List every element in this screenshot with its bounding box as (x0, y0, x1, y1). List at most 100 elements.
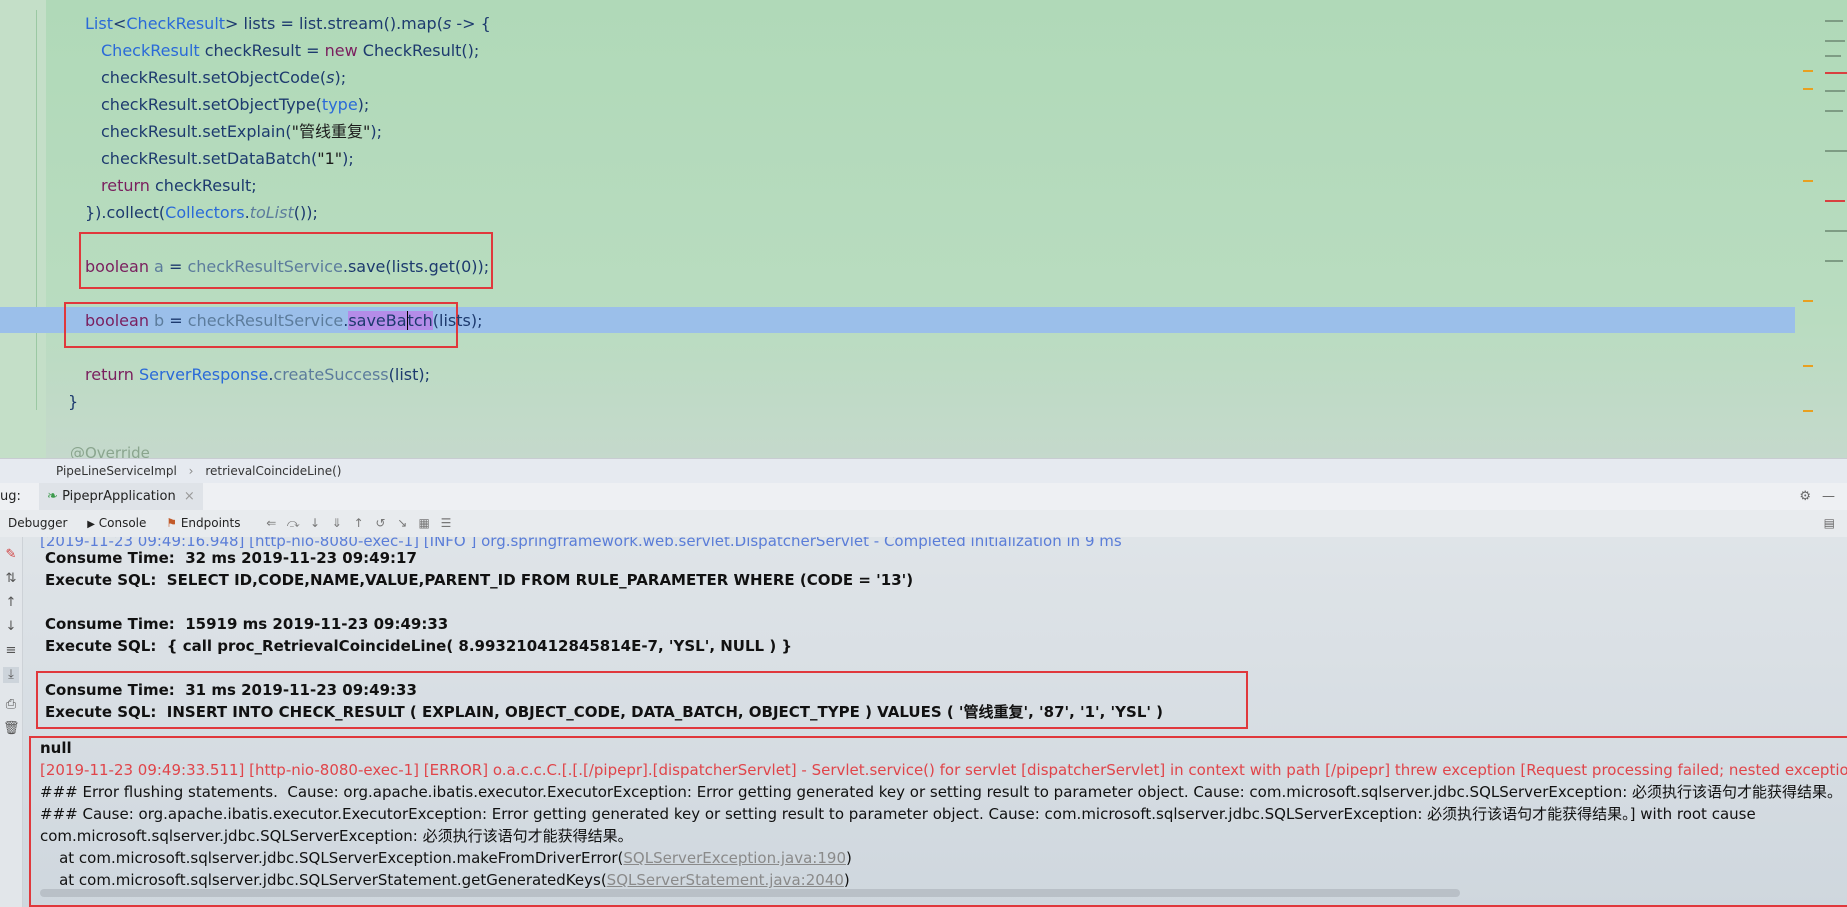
code-line-4[interactable]: checkResult.setObjectType(type); (101, 92, 369, 118)
breadcrumb-class[interactable]: PipeLineServiceImpl (56, 459, 177, 483)
code-line-1[interactable]: List<CheckResult> lists = list.stream().… (85, 11, 491, 37)
tab-endpoints[interactable]: ⚑ Endpoints (158, 510, 248, 537)
console-line: Consume Time: 31 ms 2019-11-23 09:49:33 (45, 681, 417, 699)
debug-tab-bar: ug: ❧ PipeprApplication × ⚙ — (0, 483, 1847, 513)
step-out-icon[interactable]: ↑ (350, 510, 368, 537)
layout-icon[interactable]: ▤ (1824, 510, 1835, 537)
code-token: return (85, 365, 134, 384)
code-token: checkResult.setObjectCode( (101, 68, 327, 87)
code-token: toList (249, 203, 294, 222)
code-line-8[interactable]: }).collect(Collectors.toList()); (85, 200, 318, 226)
soft-wrap-icon[interactable]: ≡ (3, 643, 19, 659)
code-line-6[interactable]: checkResult.setDataBatch("1"); (101, 146, 354, 172)
code-token: new (324, 41, 358, 60)
code-token: < (112, 14, 127, 33)
code-line-5[interactable]: checkResult.setExplain("管线重复"); (101, 119, 382, 145)
code-line-3[interactable]: checkResult.setObjectCode(s); (101, 65, 346, 91)
code-token: .save(lists.get(0)); (342, 257, 490, 276)
code-token: return (101, 176, 150, 195)
debug-label: ug: (0, 489, 21, 504)
scroll-to-end-icon[interactable]: ⤓ (3, 667, 19, 683)
restore-layout-icon[interactable]: ⇅ (3, 571, 19, 587)
console-line: Consume Time: 15919 ms 2019-11-23 09:49:… (45, 615, 449, 633)
show-execution-point-icon[interactable]: ⇐ (262, 510, 280, 537)
tab-debugger[interactable]: Debugger (0, 510, 75, 537)
code-token: Collectors (165, 203, 245, 222)
console-icon: ▶ (87, 519, 95, 530)
console-line-error: [2019-11-23 09:49:33.511] [http-nio-8080… (40, 761, 1847, 779)
debug-subtab-bar: Debugger ▶ Console ⚑ Endpoints ⇐ ⤼ ↓ ⇓ ↑… (0, 510, 1847, 538)
code-token: CheckResult(); (357, 41, 480, 60)
breadcrumb-method[interactable]: retrievalCoincideLine() (205, 459, 341, 483)
debug-toolbar: ⇐ ⤼ ↓ ⇓ ↑ ↺ ↘ ▦ ☰ (262, 516, 455, 530)
console-output[interactable]: ✎ ⇅ ↑ ↓ ≡ ⤓ ⎙ 🗑 [2019-11-23 09:49:16.948… (0, 537, 1847, 907)
minimize-icon[interactable]: — (1822, 483, 1835, 510)
fold-guide (36, 10, 37, 410)
tab-pipepr-application[interactable]: ❧ PipeprApplication × (39, 483, 203, 513)
run-to-cursor-icon[interactable]: ↘ (393, 510, 411, 537)
code-token: checkResult; (149, 176, 257, 195)
trace-icon[interactable]: ☰ (437, 510, 455, 537)
tab-console-label: Console (98, 516, 147, 530)
code-editor[interactable]: List<CheckResult> lists = list.stream().… (0, 0, 1847, 458)
editor-gutter (0, 0, 46, 458)
stack-text: ) (845, 849, 852, 867)
console-line: ### Cause: org.apache.ibatis.executor.Ex… (40, 805, 1756, 823)
down-arrow-icon[interactable]: ↓ (3, 619, 19, 635)
stack-text: ) (843, 871, 850, 889)
code-token: b (148, 311, 165, 330)
code-token: checkResultService (187, 257, 343, 276)
spring-leaf-icon: ❧ (47, 489, 58, 504)
evaluate-icon[interactable]: ▦ (415, 510, 433, 537)
horizontal-scrollbar[interactable] (40, 889, 1460, 897)
tab-console[interactable]: ▶ Console (79, 510, 154, 538)
console-line: Execute SQL: INSERT INTO CHECK_RESULT ( … (45, 703, 1164, 721)
print-icon[interactable]: ⎙ (3, 697, 19, 713)
code-line-9[interactable]: boolean a = checkResultService.save(list… (85, 254, 489, 280)
code-line-2[interactable]: CheckResult checkResult = new CheckResul… (101, 38, 479, 64)
breadcrumb-separator: › (188, 464, 194, 478)
code-token: ()); (293, 203, 318, 222)
code-token: boolean (85, 257, 149, 276)
code-line-10[interactable]: boolean b = checkResultService.saveBatch… (85, 308, 482, 334)
gear-icon[interactable]: ⚙ (1799, 483, 1811, 510)
code-token: checkResult.setDataBatch( (101, 149, 318, 168)
drop-frame-icon[interactable]: ↺ (371, 510, 389, 537)
code-token: (lists); (432, 311, 483, 330)
code-token: ); (334, 68, 347, 87)
close-icon[interactable]: × (184, 489, 195, 504)
up-arrow-icon[interactable]: ↑ (3, 595, 19, 611)
code-token: "管线重复" (291, 122, 371, 141)
step-into-icon[interactable]: ↓ (306, 510, 324, 537)
code-token: = (164, 311, 188, 330)
stop-icon[interactable]: ✎ (3, 547, 19, 563)
console-toolbar: ✎ ⇅ ↑ ↓ ≡ ⤓ ⎙ 🗑 (0, 537, 23, 907)
stack-link[interactable]: SQLServerException.java:190 (623, 849, 846, 867)
console-line: Consume Time: 32 ms 2019-11-23 09:49:17 (45, 549, 417, 567)
code-token: checkResult.setExplain( (101, 122, 292, 141)
editor-minimap[interactable] (1795, 0, 1847, 420)
code-token: saveBa (348, 311, 407, 330)
code-token: > lists = list.stream().map( (225, 14, 443, 33)
step-over-icon[interactable]: ⤼ (284, 510, 302, 537)
code-token: ); (370, 122, 383, 141)
console-line: Execute SQL: { call proc_RetrievalCoinci… (45, 637, 793, 655)
console-stack-line: at com.microsoft.sqlserver.jdbc.SQLServe… (40, 869, 850, 891)
code-token: checkResultService (187, 311, 344, 330)
stack-link[interactable]: SQLServerStatement.java:2040 (607, 871, 844, 889)
stack-text: at com.microsoft.sqlserver.jdbc.SQLServe… (40, 849, 624, 867)
code-token: checkResult.setObjectType( (101, 95, 322, 114)
endpoints-icon: ⚑ (166, 516, 177, 530)
code-token: boolean (85, 311, 149, 330)
force-step-into-icon[interactable]: ⇓ (328, 510, 346, 537)
tab-endpoints-label: Endpoints (180, 516, 241, 530)
breadcrumb: PipeLineServiceImpl › retrievalCoincideL… (0, 458, 1847, 483)
code-line-12[interactable]: } (68, 389, 78, 415)
code-line-7[interactable]: return checkResult; (101, 173, 257, 199)
code-token: List (85, 14, 113, 33)
code-line-11[interactable]: return ServerResponse.createSuccess(list… (85, 362, 430, 388)
code-token: createSuccess (273, 365, 389, 384)
code-token: ); (342, 149, 354, 168)
code-token: a (148, 257, 164, 276)
trash-icon[interactable]: 🗑 (3, 721, 20, 737)
